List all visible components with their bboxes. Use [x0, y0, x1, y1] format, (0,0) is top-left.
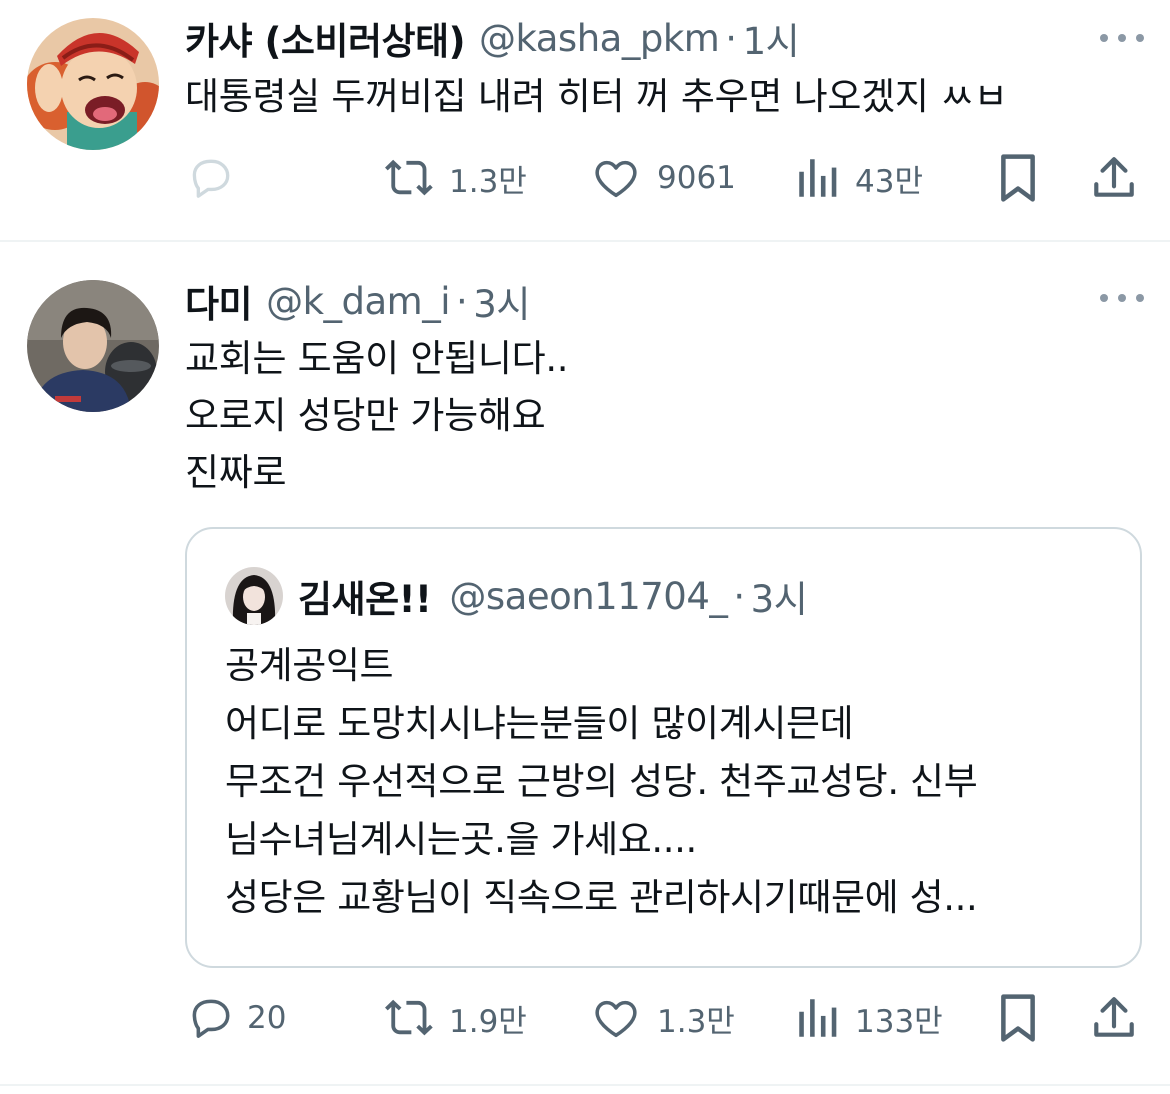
retweet-count: 1.9만 [449, 1003, 527, 1040]
bookmark-icon [1001, 994, 1035, 1042]
user-handle[interactable]: @k_dam_i [266, 280, 450, 323]
reply-button[interactable]: 20 [185, 990, 286, 1046]
quoted-avatar[interactable] [225, 567, 283, 625]
avatar[interactable] [27, 18, 159, 150]
quoted-text-line: 무조건 우선적으로 근방의 성당. 천주교성당. 신부 [225, 760, 978, 803]
tweet-text: 대통령실 두꺼비집 내려 히터 꺼 추우면 나오겠지 ㅆㅂ [185, 68, 1008, 125]
views-button[interactable]: 43만 [795, 150, 923, 206]
like-count: 1.3만 [657, 1003, 735, 1040]
reply-icon [192, 159, 230, 198]
retweet-icon [385, 159, 433, 196]
share-button[interactable] [1089, 990, 1139, 1046]
tweet-text: 교회는 도움이 안됩니다.. 오로지 성당만 가능해요 진짜로 [185, 330, 569, 501]
display-name[interactable]: 카샤 (소비러상태) [185, 11, 465, 65]
tweet-text-line: 대통령실 두꺼비집 내려 히터 꺼 추우면 나오겠지 ㅆㅂ [185, 75, 1008, 118]
timestamp[interactable]: 3시 [473, 274, 530, 328]
action-bar: 1.3만 9061 43만 [185, 150, 1145, 206]
quoted-timestamp[interactable]: 3시 [751, 569, 808, 623]
bookmark-icon [1001, 154, 1035, 202]
reply-button[interactable] [185, 150, 249, 206]
like-icon [595, 160, 637, 198]
quoted-display-name[interactable]: 김새온!! [298, 569, 432, 623]
views-count: 133만 [855, 1003, 943, 1040]
quoted-text-line: 님수녀님계시는곳.을 가세요.... [225, 818, 697, 861]
share-icon [1094, 997, 1134, 1037]
like-button[interactable]: 1.3만 [591, 990, 735, 1046]
action-bar: 20 1.9만 1.3만 133만 [185, 990, 1145, 1046]
retweet-icon [385, 999, 433, 1036]
cartoon-avatar-image [27, 18, 159, 150]
share-icon [1094, 157, 1134, 197]
tweet-header: 카샤 (소비러상태) @kasha_pkm · 1시 [185, 11, 800, 65]
reply-count: 20 [247, 1000, 287, 1036]
separator-dot: · [725, 16, 737, 60]
views-button[interactable]: 133만 [795, 990, 943, 1046]
quoted-user-handle[interactable]: @saeon11704_ [449, 575, 728, 618]
quoted-text-line: 어디로 도망치시냐는분들이 많이계시믄데 [225, 702, 854, 745]
bookmark-button[interactable] [995, 150, 1041, 206]
timestamp[interactable]: 1시 [743, 11, 800, 65]
quoted-header: 김새온!! @saeon11704_ · 3시 [298, 569, 808, 623]
quoted-text: 공계공익트 어디로 도망치시냐는분들이 많이계시믄데 무조건 우선적으로 근방의… [225, 637, 978, 927]
more-icon[interactable] [1100, 288, 1144, 308]
separator-dot: · [733, 574, 745, 618]
quoted-text-line: 성당은 교황님이 직속으로 관리하시기때문에 성... [225, 876, 978, 919]
more-icon[interactable] [1100, 28, 1144, 48]
display-name[interactable]: 다미 [185, 274, 253, 328]
tweet-header: 다미 @k_dam_i · 3시 [185, 274, 530, 328]
retweet-button[interactable]: 1.9만 [383, 990, 527, 1046]
avatar[interactable] [27, 280, 159, 412]
views-count: 43만 [855, 163, 923, 200]
tweet-text-line: 오로지 성당만 가능해요 [185, 394, 546, 437]
user-handle[interactable]: @kasha_pkm [479, 17, 720, 60]
quoted-avatar-image [225, 567, 283, 625]
tweet[interactable]: 다미 @k_dam_i · 3시 교회는 도움이 안됩니다.. 오로지 성당만 … [0, 244, 1170, 1086]
separator-dot: · [456, 279, 468, 323]
views-icon [799, 999, 837, 1037]
like-icon [595, 1000, 637, 1038]
photo-avatar-image [27, 280, 159, 412]
retweet-button[interactable]: 1.3만 [383, 150, 527, 206]
quoted-tweet[interactable]: 김새온!! @saeon11704_ · 3시 공계공익트 어디로 도망치시냐는… [185, 527, 1142, 968]
retweet-count: 1.3만 [449, 163, 527, 200]
like-button[interactable]: 9061 [591, 150, 736, 206]
quoted-text-line: 공계공익트 [225, 644, 394, 687]
views-icon [799, 159, 837, 197]
tweet-text-line: 진짜로 [185, 451, 287, 494]
tweet[interactable]: 카샤 (소비러상태) @kasha_pkm · 1시 대통령실 두꺼비집 내려 … [0, 0, 1170, 242]
reply-icon [192, 999, 230, 1038]
bookmark-button[interactable] [995, 990, 1041, 1046]
tweet-text-line: 교회는 도움이 안됩니다.. [185, 337, 569, 380]
like-count: 9061 [657, 160, 736, 196]
share-button[interactable] [1089, 150, 1139, 206]
